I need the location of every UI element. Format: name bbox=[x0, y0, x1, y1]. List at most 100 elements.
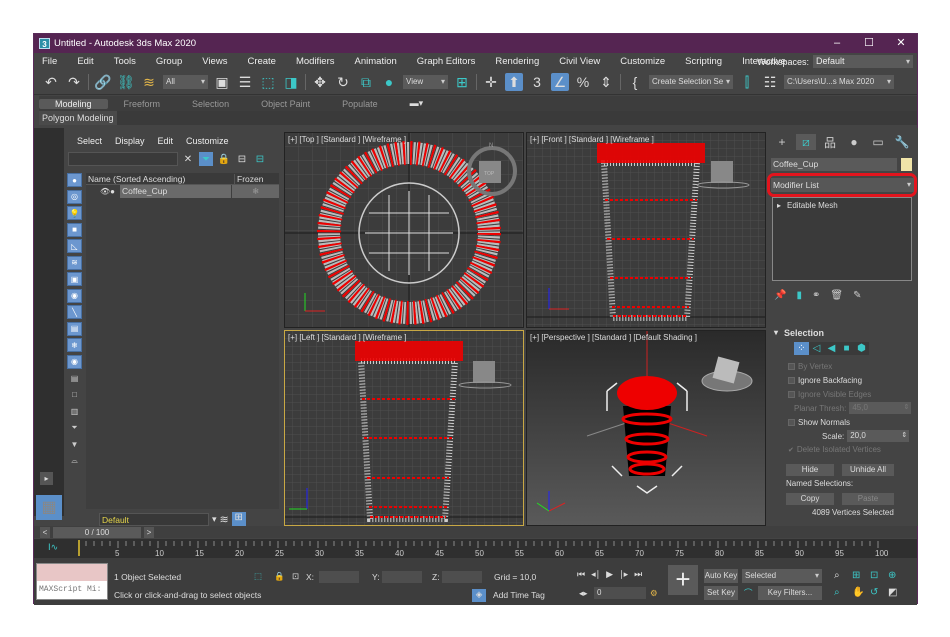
maxscript-input[interactable]: MAXScript Mi: bbox=[37, 581, 107, 599]
geometry-filter-icon[interactable]: ● bbox=[67, 173, 82, 187]
zoom-icon[interactable]: ⌕ bbox=[834, 570, 840, 581]
current-frame-field[interactable]: 0 bbox=[594, 587, 646, 599]
ribbon-tab-populate[interactable]: Populate bbox=[326, 99, 394, 109]
isolate-selection-icon[interactable]: ⬚ bbox=[254, 571, 262, 582]
ribbon-tab-selection[interactable]: Selection bbox=[176, 99, 245, 109]
track-bar[interactable]: Ⅰ∿ 0510152025303540455055606570758085909… bbox=[34, 539, 917, 558]
menu-graph-editors[interactable]: Graph Editors bbox=[417, 56, 476, 67]
frozen-filter-icon[interactable]: ❄ bbox=[67, 338, 82, 352]
menu-views[interactable]: Views bbox=[202, 56, 227, 67]
space-warps-filter-icon[interactable]: ≋ bbox=[67, 255, 82, 270]
invert-display-icon[interactable]: ▥ bbox=[67, 404, 82, 418]
copy-button[interactable]: Copy bbox=[786, 493, 834, 505]
pin-stack-icon[interactable]: 📌 bbox=[774, 290, 786, 301]
menu-file[interactable]: File bbox=[42, 56, 57, 67]
polygon-modeling-panel[interactable]: Polygon Modeling bbox=[39, 111, 117, 125]
viewport-left[interactable]: [+] [Left ] [Standard ] [Wireframe ] bbox=[284, 330, 524, 526]
x-coord-field[interactable] bbox=[319, 571, 359, 583]
zoom-region-icon[interactable]: ⌕ bbox=[834, 587, 840, 598]
z-coord-field[interactable] bbox=[442, 571, 482, 583]
hide-button[interactable]: Hide bbox=[786, 464, 834, 476]
clear-search-icon[interactable]: ✕ bbox=[181, 152, 195, 166]
menu-modifiers[interactable]: Modifiers bbox=[296, 56, 335, 67]
modify-tab-icon[interactable]: ⧄ bbox=[796, 134, 816, 150]
modifier-list-dropdown[interactable]: Modifier List bbox=[771, 178, 914, 192]
scene-explorer-mode-icon[interactable]: ⊞ bbox=[231, 512, 246, 526]
time-tag-icon[interactable]: ◈ bbox=[472, 589, 486, 602]
vertex-level-icon[interactable]: ⁘ bbox=[794, 342, 809, 355]
key-tangent-icon[interactable]: ⌒ bbox=[744, 587, 753, 599]
workspaces-dropdown[interactable]: Default bbox=[813, 55, 913, 68]
add-time-tag-button[interactable]: Add Time Tag bbox=[493, 590, 545, 600]
select-object-icon[interactable]: ▣ bbox=[213, 73, 231, 91]
column-frozen-header[interactable]: Frozen bbox=[234, 173, 263, 184]
reference-coord-dropdown[interactable]: View bbox=[403, 75, 448, 89]
keyboard-shortcut-override-icon[interactable]: ⬆ bbox=[505, 73, 523, 91]
viewport-top-label[interactable]: [+] [Top ] [Standard ] [Wireframe ] bbox=[288, 135, 406, 144]
show-end-result-icon[interactable]: ▮ bbox=[796, 290, 802, 301]
select-by-name-icon[interactable]: ☰ bbox=[236, 73, 254, 91]
groups-filter-icon[interactable]: ▣ bbox=[67, 272, 82, 286]
viewport-top[interactable]: [+] [Top ] [Standard ] [Wireframe ] TOP … bbox=[284, 132, 524, 328]
hierarchy-icon[interactable]: ⊟ bbox=[235, 152, 249, 166]
unhide-all-button[interactable]: Unhide All bbox=[842, 464, 894, 476]
viewport-perspective-label[interactable]: [+] [Perspective ] [Standard ] [Default … bbox=[530, 333, 697, 342]
viewport-front[interactable]: [+] [Front ] [Standard ] [Wireframe ] bbox=[526, 132, 766, 328]
key-mode-dropdown[interactable]: Selected bbox=[742, 569, 822, 583]
explorer-menu-edit[interactable]: Edit bbox=[158, 136, 174, 146]
containers-filter-icon[interactable]: ▤ bbox=[67, 321, 82, 336]
xrefs-filter-icon[interactable]: ◉ bbox=[67, 288, 82, 303]
edit-named-sel-icon[interactable]: { bbox=[626, 73, 644, 91]
viewport-layout-icon[interactable]: ▦ bbox=[36, 495, 62, 520]
scale-icon[interactable]: ⧉ bbox=[357, 73, 375, 91]
layer-hierarchy-icon[interactable]: ⊟ bbox=[253, 152, 267, 166]
table-row[interactable]: 👁● Coffee_Cup ❄ bbox=[86, 185, 279, 198]
make-unique-icon[interactable]: ⚭ bbox=[812, 290, 820, 301]
viewport-left-label[interactable]: [+] [Left ] [Standard ] [Wireframe ] bbox=[288, 333, 407, 342]
unlink-icon[interactable]: ⛓ bbox=[117, 73, 135, 91]
expand-explorer-icon[interactable]: ▸ bbox=[40, 472, 53, 485]
ribbon-tab-object-paint[interactable]: Object Paint bbox=[245, 99, 326, 109]
menu-group[interactable]: Group bbox=[156, 56, 182, 67]
object-color-swatch[interactable] bbox=[901, 158, 912, 171]
pan-icon[interactable]: ✋ bbox=[852, 587, 864, 598]
filter-toggle-icon[interactable]: ▼ bbox=[67, 437, 82, 451]
ribbon-options-icon[interactable]: ▬▾ bbox=[394, 98, 440, 109]
link-icon[interactable]: 🔗 bbox=[94, 73, 112, 91]
new-key-button[interactable]: + bbox=[668, 565, 698, 595]
layer-dropdown-arrow-icon[interactable]: ▾ bbox=[212, 514, 217, 525]
bind-space-warp-icon[interactable]: ≋ bbox=[140, 73, 158, 91]
remove-modifier-icon[interactable]: 🗑 bbox=[830, 290, 843, 301]
orbit-icon[interactable]: ↺ bbox=[870, 587, 878, 598]
motion-tab-icon[interactable]: ● bbox=[844, 134, 864, 150]
display-none-icon[interactable]: □ bbox=[67, 388, 82, 402]
edge-level-icon[interactable]: ◁ bbox=[809, 342, 824, 355]
rect-selection-icon[interactable]: ⬚ bbox=[259, 73, 277, 91]
delete-isolated-checkbox[interactable]: ✔ Delete Isolated Vertices bbox=[788, 445, 881, 454]
maximize-button[interactable]: ☐ bbox=[853, 34, 885, 53]
menu-animation[interactable]: Animation bbox=[355, 56, 397, 67]
menu-create[interactable]: Create bbox=[247, 56, 276, 67]
auto-key-button[interactable]: Auto Key bbox=[704, 569, 738, 583]
hidden-filter-icon[interactable]: ◉ bbox=[67, 354, 82, 369]
selection-set-icon[interactable]: ⌓ bbox=[67, 454, 82, 468]
viewport-front-label[interactable]: [+] [Front ] [Standard ] [Wireframe ] bbox=[530, 135, 654, 144]
y-coord-field[interactable] bbox=[382, 571, 422, 583]
move-icon[interactable]: ✥ bbox=[311, 73, 329, 91]
by-vertex-checkbox[interactable]: By Vertex bbox=[788, 362, 832, 371]
named-selection-dropdown[interactable]: Create Selection Se bbox=[649, 75, 733, 89]
paste-button[interactable]: Paste bbox=[842, 493, 894, 505]
menu-rendering[interactable]: Rendering bbox=[495, 56, 539, 67]
align-icon[interactable]: ☷ bbox=[761, 73, 779, 91]
hierarchy-tab-icon[interactable]: 品 bbox=[820, 134, 840, 150]
time-slider[interactable]: 0 / 100 bbox=[53, 526, 141, 538]
scale-spinner[interactable]: 20,0 bbox=[847, 430, 910, 442]
menu-scripting[interactable]: Scripting bbox=[685, 56, 722, 67]
snaps-toggle-icon[interactable]: 3 bbox=[528, 73, 546, 91]
spinner-snap-icon[interactable]: ⇕ bbox=[597, 73, 615, 91]
curve-editor-icon[interactable]: Ⅰ∿ bbox=[48, 542, 58, 553]
maxscript-listener[interactable]: MAXScript Mi: bbox=[36, 563, 108, 600]
prev-key-icon[interactable]: ◂∣ bbox=[591, 569, 600, 580]
display-all-icon[interactable]: ▤ bbox=[67, 371, 82, 385]
angle-snap-icon[interactable]: ∠ bbox=[551, 73, 569, 91]
